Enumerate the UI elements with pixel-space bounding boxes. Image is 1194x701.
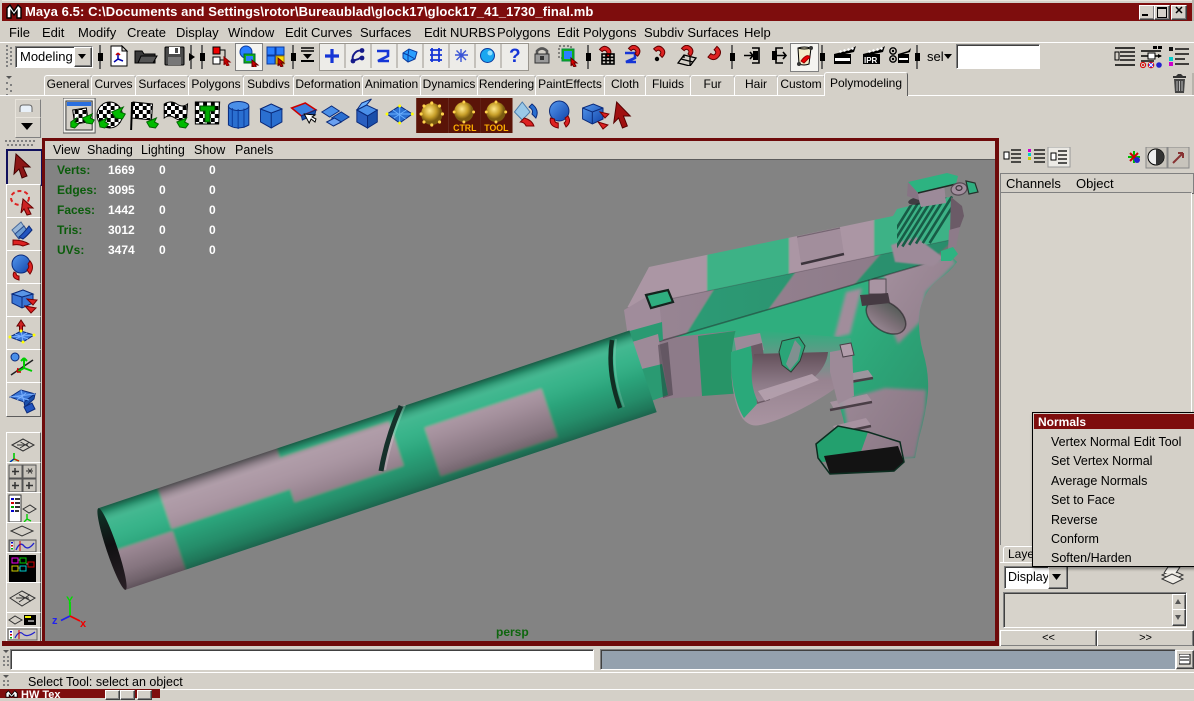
svg-text:CTRL: CTRL <box>453 123 477 133</box>
svg-text:x: x <box>80 618 87 630</box>
svg-text:IPR: IPR <box>864 56 878 65</box>
svg-text:Y: Y <box>66 595 74 607</box>
svg-text:?: ? <box>509 46 521 67</box>
svg-text:TOOL: TOOL <box>484 123 509 133</box>
svg-text:z: z <box>52 615 58 627</box>
